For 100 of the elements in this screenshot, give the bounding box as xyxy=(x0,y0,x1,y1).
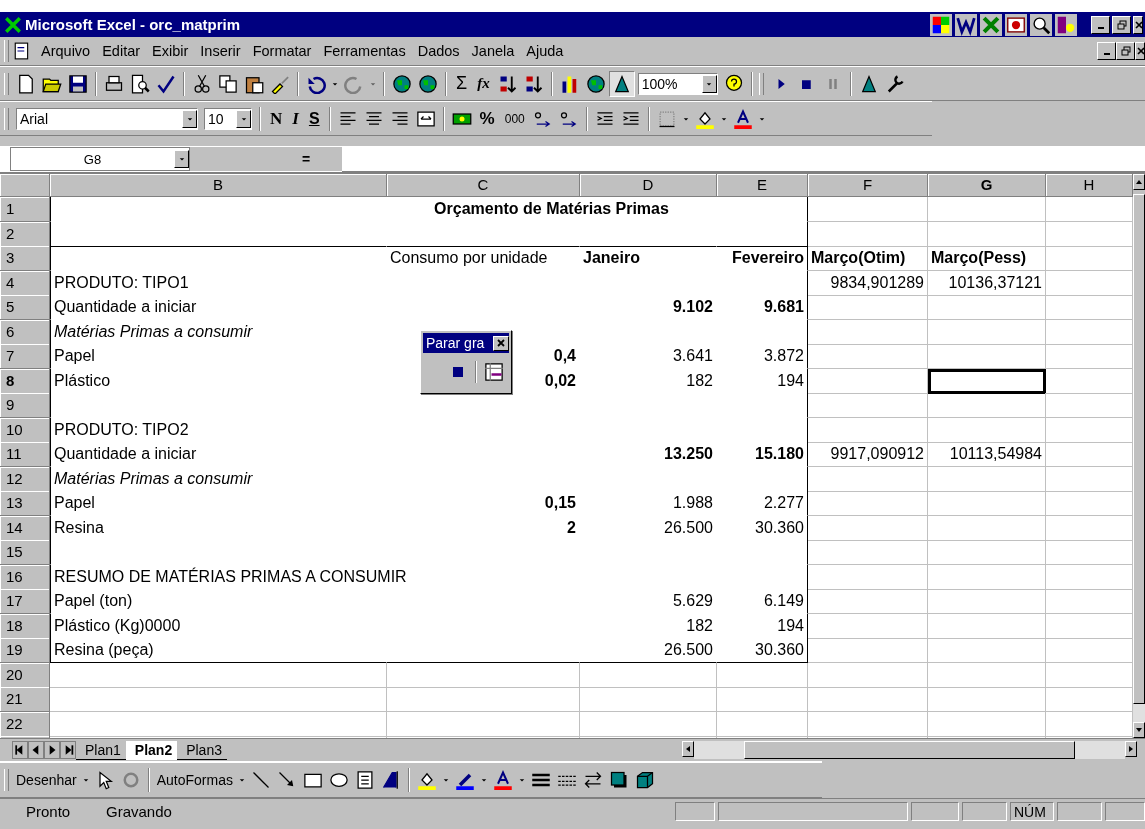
sheet-title: Orçamento de Matérias Primas xyxy=(434,199,669,219)
last-sheet-icon[interactable] xyxy=(60,741,76,759)
close-button[interactable] xyxy=(493,335,509,351)
text-cell-text: Resina xyxy=(54,517,104,538)
restore-button[interactable] xyxy=(1112,15,1131,34)
row-header[interactable]: 19 xyxy=(0,638,50,663)
column-header[interactable]: F xyxy=(808,174,928,197)
scroll-up-button[interactable] xyxy=(1133,174,1145,190)
row-header[interactable]: 12 xyxy=(0,466,50,492)
menu-item[interactable]: Exibir xyxy=(146,43,195,59)
text-cell-text: Matérias Primas a consumir xyxy=(54,321,253,342)
header-cell-text: Março(Otim) xyxy=(811,248,906,268)
row-header[interactable]: 10 xyxy=(0,417,50,443)
number-cell-text: 5.629 xyxy=(672,591,713,611)
row-header[interactable]: 4 xyxy=(0,270,50,296)
column-header[interactable]: G xyxy=(928,174,1046,197)
name-box[interactable]: G8 xyxy=(10,147,190,171)
row-header[interactable]: 13 xyxy=(0,491,50,516)
window-title: Microsoft Excel - orc_matprim xyxy=(25,16,241,33)
next-sheet-icon[interactable] xyxy=(44,741,60,759)
status-panel xyxy=(1105,802,1145,821)
text-cell-text: Plástico (Kg)0000 xyxy=(54,615,181,636)
menu-item[interactable]: Ajuda xyxy=(520,43,570,59)
font-dropdown[interactable]: Arial xyxy=(16,107,198,130)
close-icon xyxy=(1136,46,1144,56)
row-header[interactable]: 11 xyxy=(0,442,50,467)
row-header[interactable]: 9 xyxy=(0,393,50,418)
autosum-button[interactable]: Σ xyxy=(451,70,473,97)
row-header[interactable]: 1 xyxy=(0,197,50,222)
number-cell-text: 10113,54984 xyxy=(949,444,1042,464)
zoom-dropdown[interactable]: 100% xyxy=(637,72,718,95)
close-button[interactable] xyxy=(1135,42,1145,60)
font-size-dropdown[interactable]: 10 xyxy=(204,107,252,130)
row-header[interactable]: 21 xyxy=(0,687,50,712)
column-header[interactable]: D xyxy=(580,174,717,197)
scroll-down-button[interactable] xyxy=(1133,722,1145,738)
menu-item[interactable]: Janela xyxy=(465,43,521,59)
document-icon[interactable] xyxy=(13,42,31,60)
row-header[interactable]: 2 xyxy=(0,221,50,247)
select-all-button[interactable] xyxy=(0,174,50,197)
edit-formula-button[interactable]: = xyxy=(270,147,342,171)
column-header[interactable]: H xyxy=(1046,174,1133,197)
spreadsheet-icon[interactable] xyxy=(980,13,1002,36)
text-cell-text: Plástico xyxy=(54,370,111,391)
row-header[interactable]: 3 xyxy=(0,246,50,271)
search-icon[interactable] xyxy=(1030,13,1052,36)
scroll-left-button[interactable] xyxy=(682,741,694,757)
grid-cell[interactable] xyxy=(717,221,808,247)
text-cell-text: Papel xyxy=(54,493,95,513)
previous-sheet-icon[interactable] xyxy=(28,741,44,759)
status-panel xyxy=(675,802,715,821)
underline-button[interactable]: S xyxy=(303,105,325,132)
number-cell-text: 30.360 xyxy=(755,640,804,660)
scroll-right-button[interactable] xyxy=(1125,741,1137,757)
sheet-tab[interactable]: Plan2 xyxy=(125,740,178,760)
shapes-icon[interactable] xyxy=(1055,13,1077,36)
text-cell-text: Resina (peça) xyxy=(54,640,154,660)
grid-cell[interactable] xyxy=(50,221,387,247)
column-header[interactable]: C xyxy=(387,174,580,197)
row-header[interactable]: 18 xyxy=(0,613,50,639)
row-header[interactable]: 17 xyxy=(0,589,50,614)
restore-button[interactable] xyxy=(1116,42,1135,60)
menu-item[interactable]: Arquivo xyxy=(35,43,97,59)
column-header[interactable]: E xyxy=(717,174,808,197)
number-cell-text: 9917,090912 xyxy=(830,444,924,464)
thousands-button[interactable]: 000 xyxy=(499,105,530,132)
number-cell-text: 15.180 xyxy=(755,444,804,464)
text-cell-text: Quantidade a iniciar xyxy=(54,297,197,317)
percent-button[interactable]: % xyxy=(474,105,500,132)
row-header[interactable]: 14 xyxy=(0,515,50,541)
menu-item[interactable]: Editar xyxy=(96,43,147,59)
row-header[interactable]: 5 xyxy=(0,295,50,320)
restore-icon xyxy=(1116,19,1127,30)
minimize-button[interactable] xyxy=(1091,15,1110,34)
column-header[interactable]: B xyxy=(50,174,387,197)
active-cell[interactable] xyxy=(928,368,1046,394)
row-header[interactable]: 7 xyxy=(0,344,50,369)
first-sheet-icon[interactable] xyxy=(12,741,28,759)
close-button[interactable] xyxy=(1133,15,1143,34)
autoshapes-menu-button[interactable]: AutoFormas xyxy=(153,767,236,793)
row-header[interactable]: 6 xyxy=(0,319,50,345)
row-header[interactable]: 20 xyxy=(0,662,50,688)
close-icon xyxy=(496,338,506,348)
presentation-icon[interactable] xyxy=(1005,13,1027,36)
minimize-button[interactable] xyxy=(1097,42,1116,60)
draw-menu-button[interactable]: Desenhar xyxy=(13,767,80,793)
menu-item[interactable]: Dados xyxy=(411,43,466,59)
row-header[interactable]: 15 xyxy=(0,540,50,565)
row-header[interactable]: 16 xyxy=(0,564,50,590)
menu-item[interactable]: Formatar xyxy=(246,43,318,59)
number-cell-text: 3.872 xyxy=(763,346,804,366)
bold-button[interactable]: N xyxy=(265,105,288,132)
row-header[interactable]: 8 xyxy=(0,368,50,394)
recording-status: Gravando xyxy=(106,803,172,820)
italic-button[interactable]: I xyxy=(287,105,304,132)
row-header[interactable]: 22 xyxy=(0,711,50,737)
menu-item[interactable]: Inserir xyxy=(194,43,247,59)
num-lock-indicator: NÚM xyxy=(1010,802,1054,821)
menu-item[interactable]: Ferramentas xyxy=(317,43,412,59)
function-button[interactable]: fx xyxy=(472,70,495,97)
